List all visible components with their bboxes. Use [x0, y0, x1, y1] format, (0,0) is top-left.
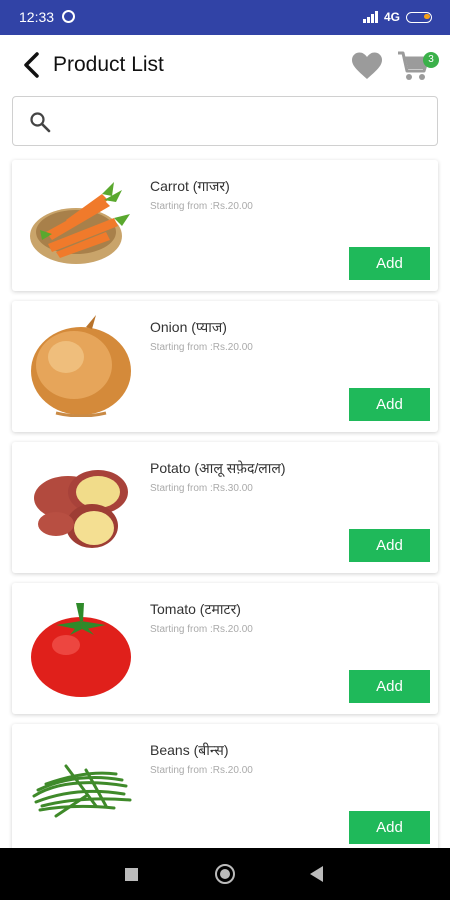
product-price: Starting from :Rs.20.00: [150, 201, 253, 212]
status-time: 12:33: [19, 9, 55, 25]
add-button[interactable]: Add: [349, 388, 430, 421]
tomato-image: [31, 603, 131, 697]
network-type: 4G: [383, 10, 400, 24]
whatsapp-icon: [62, 10, 75, 23]
product-price: Starting from :Rs.30.00: [150, 483, 253, 494]
wishlist-heart-icon[interactable]: [350, 51, 384, 81]
carrot-image: [30, 182, 130, 264]
product-card[interactable]: Potato (आलू सफ़ेद/लाल) Starting from :Rs…: [12, 442, 438, 573]
add-button[interactable]: Add: [349, 529, 430, 562]
onion-image: [31, 315, 131, 417]
battery-icon: [406, 11, 432, 23]
product-name: Tomato (टमाटर): [150, 601, 241, 617]
search-bar[interactable]: [12, 96, 438, 146]
search-icon: [30, 112, 51, 133]
system-nav-bar: [0, 848, 450, 900]
home-button[interactable]: [215, 864, 235, 884]
product-name: Carrot (गाजर): [150, 178, 230, 194]
product-name: Beans (बीन्स): [150, 742, 229, 758]
recent-apps-button[interactable]: [125, 868, 138, 881]
product-price: Starting from :Rs.20.00: [150, 624, 253, 635]
product-name: Onion (प्याज): [150, 319, 227, 335]
product-name: Potato (आलू सफ़ेद/लाल): [150, 460, 286, 476]
cart-count-badge: 3: [423, 52, 439, 68]
add-button[interactable]: Add: [349, 811, 430, 844]
back-button[interactable]: [20, 51, 44, 79]
page-title: Product List: [53, 53, 164, 76]
signal-icon: [362, 11, 378, 23]
status-indicators: 4G: [362, 10, 432, 24]
search-input[interactable]: [61, 107, 425, 137]
status-bar: 12:33 4G: [0, 0, 450, 35]
beans-image: [32, 764, 132, 818]
product-price: Starting from :Rs.20.00: [150, 765, 253, 776]
add-button[interactable]: Add: [349, 247, 430, 280]
product-card[interactable]: Carrot (गाजर) Starting from :Rs.20.00 Ad…: [12, 160, 438, 291]
product-card[interactable]: Onion (प्याज) Starting from :Rs.20.00 Ad…: [12, 301, 438, 432]
system-back-button[interactable]: [310, 866, 323, 882]
app-header: Product List: [0, 35, 450, 95]
add-button[interactable]: Add: [349, 670, 430, 703]
product-card[interactable]: Tomato (टमाटर) Starting from :Rs.20.00 A…: [12, 583, 438, 714]
potato-image: [34, 470, 128, 548]
product-card[interactable]: Beans (बीन्स) Starting from :Rs.20.00 Ad…: [12, 724, 438, 848]
product-list: Carrot (गाजर) Starting from :Rs.20.00 Ad…: [0, 156, 450, 848]
product-price: Starting from :Rs.20.00: [150, 342, 253, 353]
